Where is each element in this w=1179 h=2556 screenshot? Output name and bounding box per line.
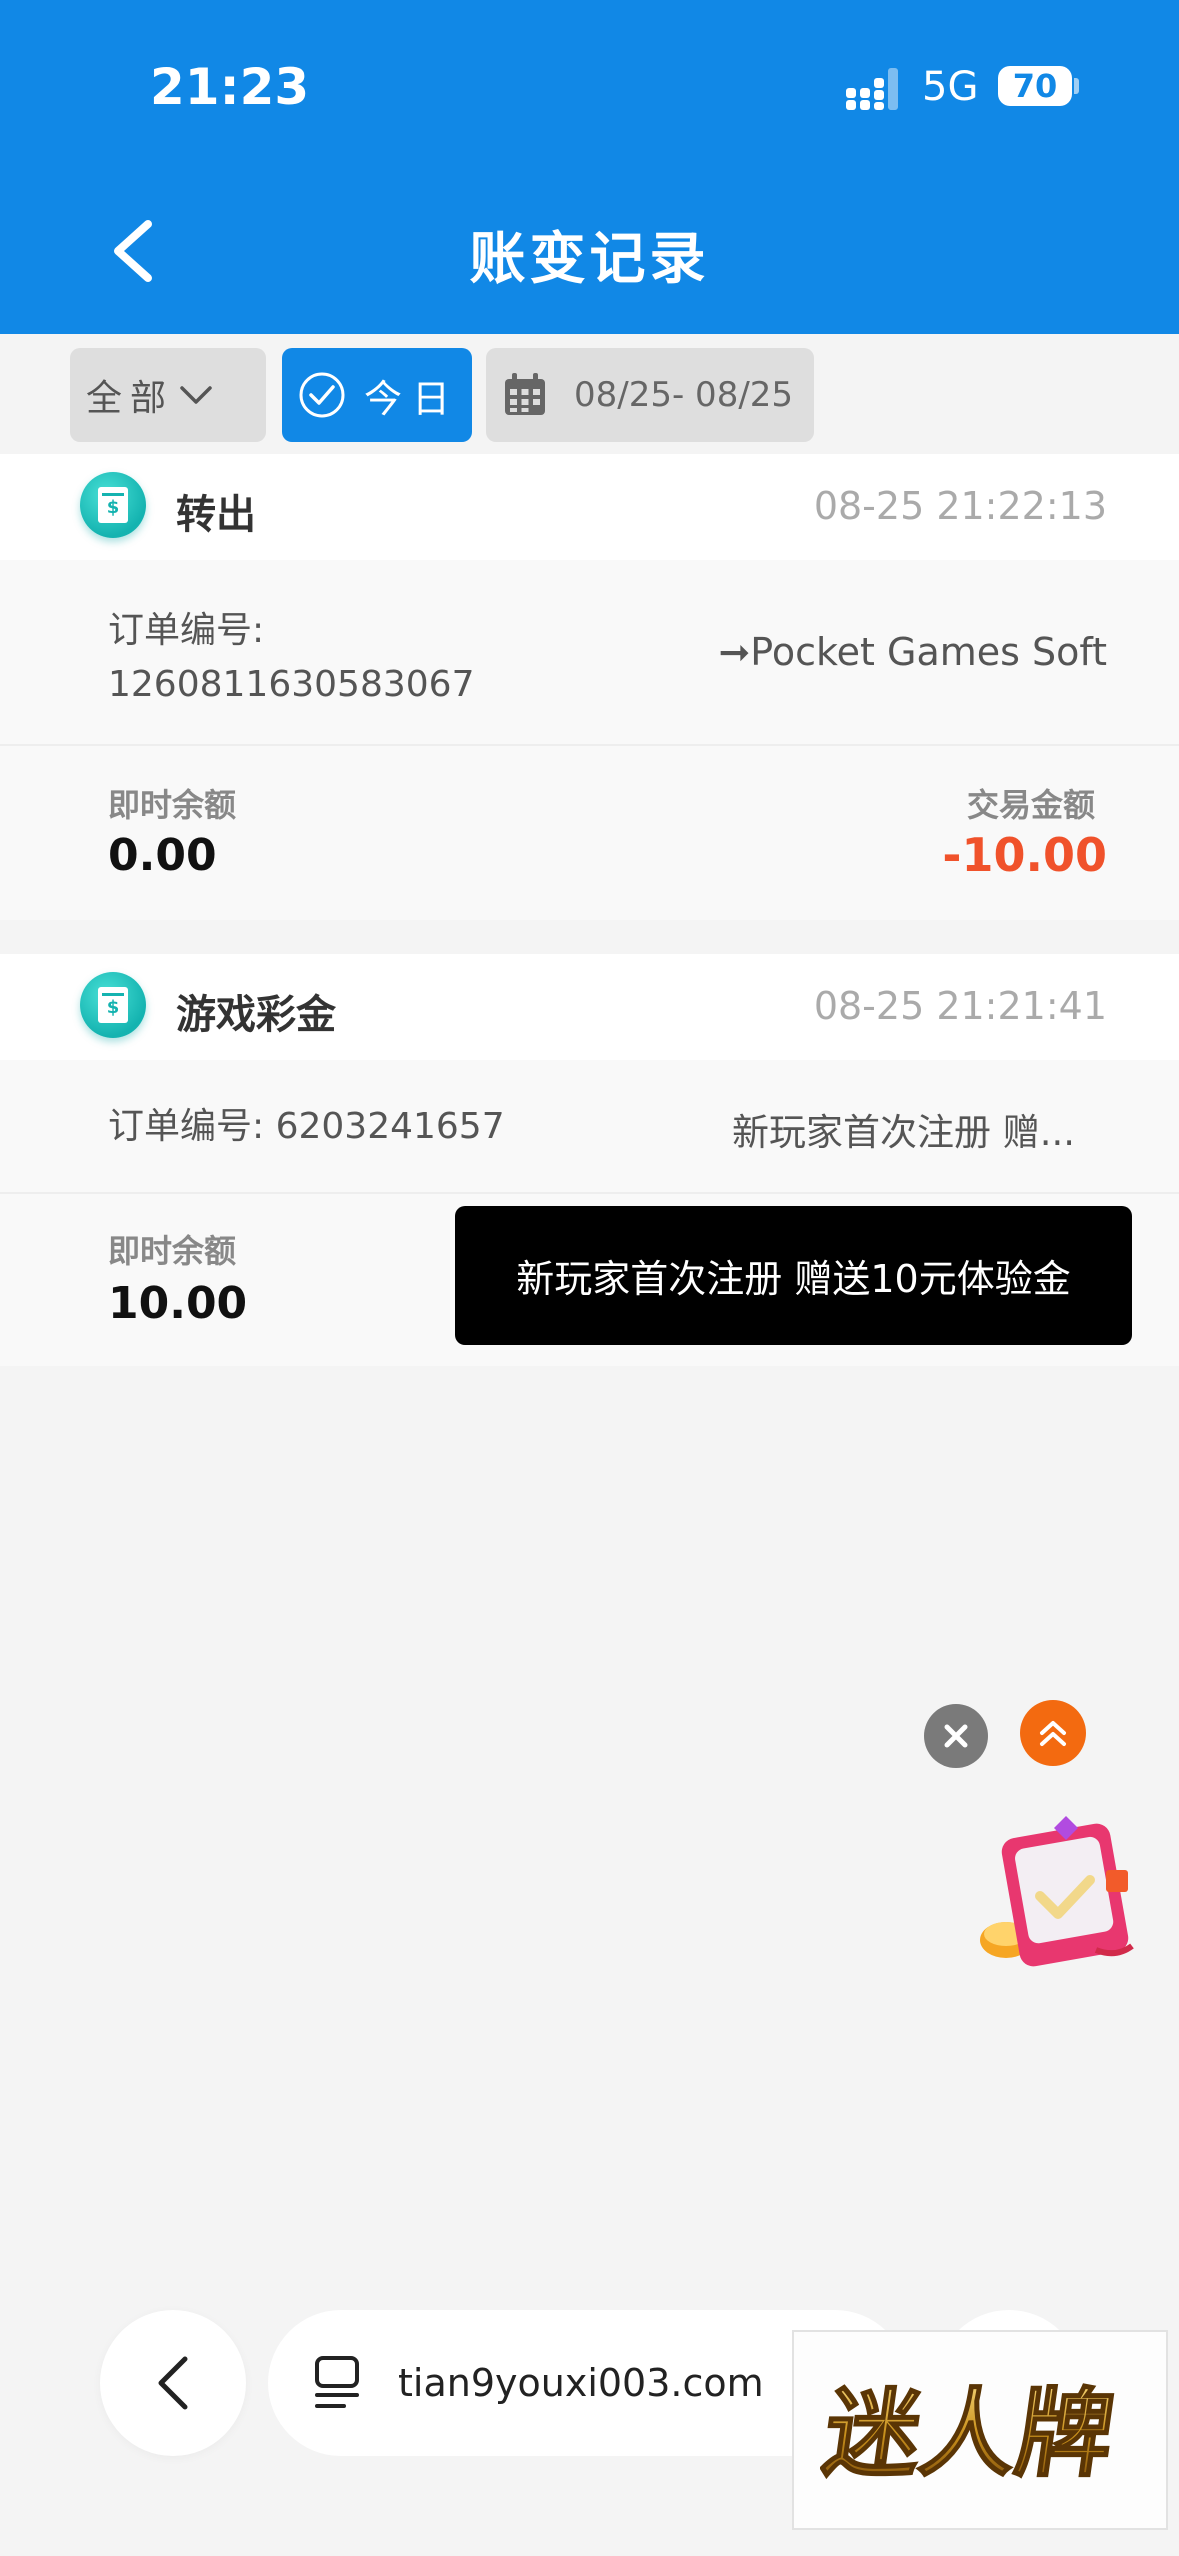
svg-text:$: $ <box>107 997 120 1018</box>
signal-icon <box>846 68 898 110</box>
watermark-logo: 迷人牌 <box>792 2330 1168 2530</box>
receipt-icon: $ <box>80 972 146 1038</box>
balance-label: 即时余额 <box>108 1232 237 1270</box>
balance-value: 10.00 <box>108 1278 248 1329</box>
divider <box>0 744 1179 746</box>
amount-value: -10.00 <box>942 828 1107 882</box>
record-header: $ 转出 08-25 21:22:13 <box>0 454 1179 560</box>
check-circle-icon <box>299 372 345 418</box>
divider <box>0 1192 1179 1194</box>
date-range-picker[interactable]: 08/25- 08/25 <box>486 348 814 442</box>
filter-today-button[interactable]: 今日 <box>282 348 472 442</box>
toast-message: 新玩家首次注册 赠送10元体验金 <box>455 1206 1132 1345</box>
record-card[interactable]: $ 转出 08-25 21:22:13 订单编号: 12608116305830… <box>0 454 1179 920</box>
record-time: 08-25 21:22:13 <box>813 484 1107 528</box>
filter-all-label: 全部 <box>86 378 175 419</box>
record-header: $ 游戏彩金 08-25 21:21:41 <box>0 954 1179 1060</box>
filter-today-label: 今日 <box>364 376 461 421</box>
record-description: 新玩家首次注册 赠... <box>731 1111 1075 1154</box>
amount-label: 交易金额 <box>966 786 1095 824</box>
battery-tip <box>1074 78 1079 94</box>
record-time: 08-25 21:21:41 <box>813 984 1107 1028</box>
date-range-text: 08/25- 08/25 <box>574 375 794 415</box>
filter-bar: 全部 今日 08/25- 08/25 <box>0 334 1179 454</box>
network-type: 5G <box>922 64 979 110</box>
tab-stack-icon <box>315 2356 359 2408</box>
balance-label: 即时余额 <box>108 786 237 824</box>
transfer-destination: ➞Pocket Games Soft <box>718 630 1107 674</box>
close-icon <box>944 1724 968 1748</box>
receipt-icon: $ <box>80 472 146 538</box>
battery-indicator: 70 <box>998 66 1072 106</box>
status-time: 21:23 <box>150 58 310 116</box>
close-float-button[interactable] <box>924 1704 988 1768</box>
watermark-text: 迷人牌 <box>820 2377 1121 2489</box>
calendar-icon <box>505 373 545 415</box>
chevron-down-icon <box>180 386 212 404</box>
page-title: 账变记录 <box>469 227 710 292</box>
chevron-left-icon <box>158 2356 188 2410</box>
url-text: tian9youxi003.com <box>398 2361 764 2405</box>
scroll-top-button[interactable] <box>1020 1700 1086 1766</box>
filter-all-dropdown[interactable]: 全部 <box>70 348 266 442</box>
order-label: 订单编号: <box>108 610 265 651</box>
app-header: 21:23 5G 70 账变记录 <box>0 0 1179 334</box>
promo-gift-icon[interactable] <box>966 1800 1146 1980</box>
order-number: 1260811630583067 <box>108 664 475 705</box>
order-number: 订单编号: 6203241657 <box>108 1106 505 1147</box>
balance-value: 0.00 <box>108 830 217 881</box>
browser-back-button[interactable] <box>100 2310 246 2456</box>
double-chevron-up-icon <box>1040 1721 1066 1746</box>
svg-text:$: $ <box>107 497 120 518</box>
record-type: 游戏彩金 <box>176 992 336 1038</box>
record-type: 转出 <box>176 492 256 538</box>
record-body: 订单编号: 1260811630583067 ➞Pocket Games Sof… <box>0 560 1179 920</box>
